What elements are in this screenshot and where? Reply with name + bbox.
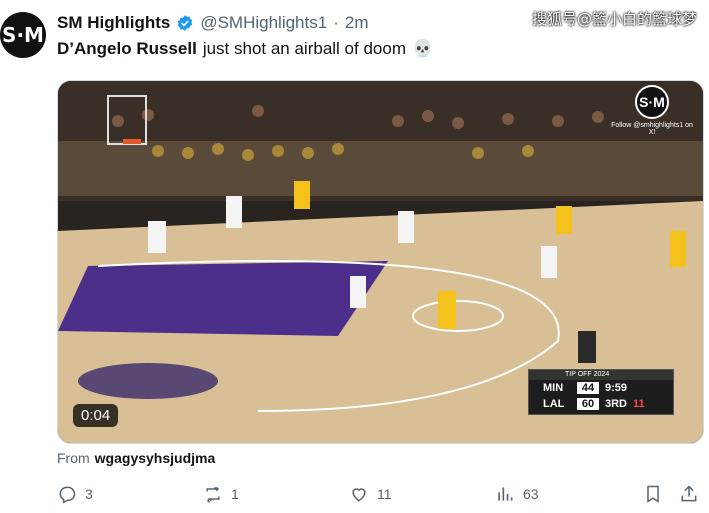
heart-icon [352, 488, 366, 502]
team-score: 44 [577, 382, 599, 394]
reply-count: 3 [85, 486, 93, 502]
player-name: D’Angelo Russell [57, 39, 197, 58]
like-button[interactable]: 11 [349, 484, 392, 504]
author-handle[interactable]: @SMHighlights1 [200, 13, 327, 33]
skull-emoji: 💀 [411, 39, 434, 58]
watermark: 搜狐号@籃小白的籃球梦 [531, 10, 697, 28]
sm-logo: S·M [635, 85, 669, 119]
video-duration: 0:04 [73, 404, 119, 427]
like-count: 11 [377, 486, 392, 502]
game-clock: 9:59 [605, 382, 628, 394]
source-attribution: From wgagysyhsjudjma [57, 450, 215, 466]
analytics-icon [498, 487, 513, 501]
tweet-text: D’Angelo Russell just shot an airball of… [57, 39, 433, 59]
video-player[interactable]: S·M Follow @smhighlights1 on X! TIP OFF … [57, 80, 704, 444]
team-abbr: LAL [543, 398, 565, 410]
share-button[interactable] [679, 484, 699, 504]
author-name[interactable]: SM Highlights [57, 13, 170, 33]
team-abbr: MIN [543, 382, 564, 394]
share-icon [681, 485, 697, 502]
reply-button[interactable]: 3 [57, 484, 93, 504]
scorebug-row-min: MIN 44 9:59 [529, 380, 673, 396]
tweet-body: just shot an airball of doom [202, 39, 406, 58]
verified-badge-icon [178, 15, 193, 31]
separator-dot: · [333, 13, 339, 32]
overlay-follow-text: Follow @smhighlights1 on X! [611, 122, 693, 136]
scorebug-row-lal: LAL 60 3RD 11 [529, 396, 673, 412]
repost-icon [206, 486, 220, 503]
avatar[interactable]: S·M [0, 12, 46, 58]
timestamp[interactable]: 2m [345, 13, 369, 33]
scorebug-header: TIP OFF 2024 [529, 370, 673, 380]
views-button[interactable]: 63 [495, 484, 539, 504]
source-prefix: From [57, 450, 90, 466]
bookmark-icon [647, 485, 659, 503]
shot-clock: 11 [633, 398, 645, 410]
reply-icon [59, 486, 76, 504]
team-score: 60 [577, 398, 599, 410]
scorebug: TIP OFF 2024 MIN 44 9:59 LAL 60 3RD 11 [528, 369, 674, 415]
action-bar: 3 1 11 63 [57, 484, 702, 508]
view-count: 63 [523, 486, 539, 502]
bookmark-button[interactable] [643, 484, 663, 504]
repost-count: 1 [231, 486, 239, 502]
quarter: 3RD [605, 398, 628, 410]
source-name[interactable]: wgagysyhsjudjma [95, 450, 216, 466]
video-overlay-watermark: S·M Follow @smhighlights1 on X! [607, 85, 697, 136]
tweet-header: SM Highlights @SMHighlights1 · 2m [57, 12, 369, 34]
repost-button[interactable]: 1 [203, 484, 239, 504]
